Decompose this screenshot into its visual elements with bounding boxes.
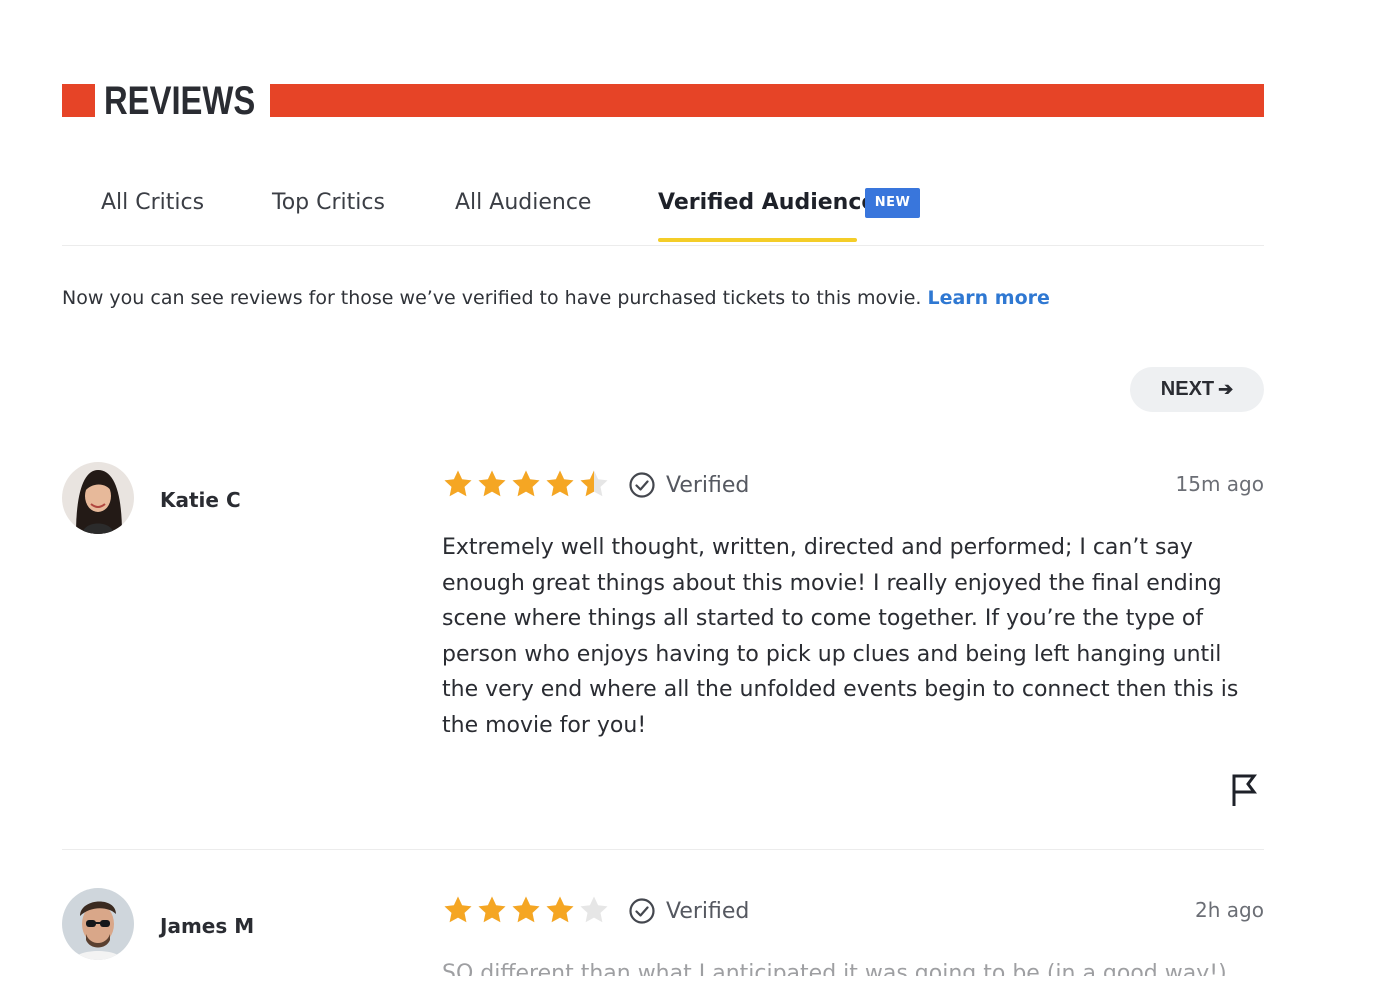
flag-icon[interactable] xyxy=(1230,772,1260,808)
review-author: Katie C xyxy=(160,488,241,512)
info-text: Now you can see reviews for those we’ve … xyxy=(62,287,922,309)
avatar xyxy=(62,462,134,534)
review-time: 2h ago xyxy=(1195,898,1264,922)
page-title: REVIEWS xyxy=(104,79,256,123)
next-label: NEXT xyxy=(1160,378,1215,400)
verified-badge: Verified xyxy=(628,894,749,928)
star-full-icon xyxy=(478,896,506,923)
learn-more-link[interactable]: Learn more xyxy=(927,287,1049,309)
review-text: SO different than what I anticipated it … xyxy=(442,961,1227,976)
star-full-icon xyxy=(444,896,472,923)
avatar-katie-image xyxy=(62,462,134,534)
star-full-icon xyxy=(546,896,574,923)
star-rating xyxy=(442,468,610,502)
verified-check-icon xyxy=(629,472,655,498)
review-item: Katie C Verified 15m ago Extremely well … xyxy=(62,462,1264,842)
star-full-icon xyxy=(478,470,506,497)
avatar-james-image xyxy=(62,888,134,960)
tab-all-audience[interactable]: All Audience xyxy=(455,186,591,220)
star-rating xyxy=(442,894,610,928)
review-text: Extremely well thought, written, directe… xyxy=(442,535,1239,738)
avatar xyxy=(62,888,134,960)
star-full-icon xyxy=(444,470,472,497)
header-accent-block xyxy=(62,84,95,117)
verified-check-icon xyxy=(629,898,655,924)
reviews-header: REVIEWS xyxy=(62,80,1264,122)
verified-info-text: Now you can see reviews for those we’ve … xyxy=(62,284,1050,312)
active-tab-indicator xyxy=(658,238,857,242)
arrow-right-icon: ➔ xyxy=(1218,379,1234,399)
review-tabs: All Critics Top Critics All Audience Ver… xyxy=(62,176,1264,246)
verified-badge: Verified xyxy=(628,468,749,502)
tab-top-critics[interactable]: Top Critics xyxy=(272,186,385,220)
star-empty-icon xyxy=(580,896,608,923)
verified-label: Verified xyxy=(666,472,750,498)
star-full-icon xyxy=(512,470,540,497)
header-accent-bar xyxy=(270,84,1264,117)
tab-all-critics[interactable]: All Critics xyxy=(101,186,204,220)
star-full-icon xyxy=(512,896,540,923)
review-author: James M xyxy=(160,914,255,938)
review-item: James M Verified 2h ago SO different tha… xyxy=(62,888,1264,1006)
new-badge: NEW xyxy=(865,188,920,218)
tab-verified-audience[interactable]: Verified Audience xyxy=(658,186,876,220)
review-divider xyxy=(62,849,1264,850)
star-half-icon xyxy=(580,470,608,497)
next-button[interactable]: NEXT ➔ xyxy=(1130,367,1264,412)
review-time: 15m ago xyxy=(1175,472,1264,496)
star-full-icon xyxy=(546,470,574,497)
verified-label: Verified xyxy=(666,898,750,924)
